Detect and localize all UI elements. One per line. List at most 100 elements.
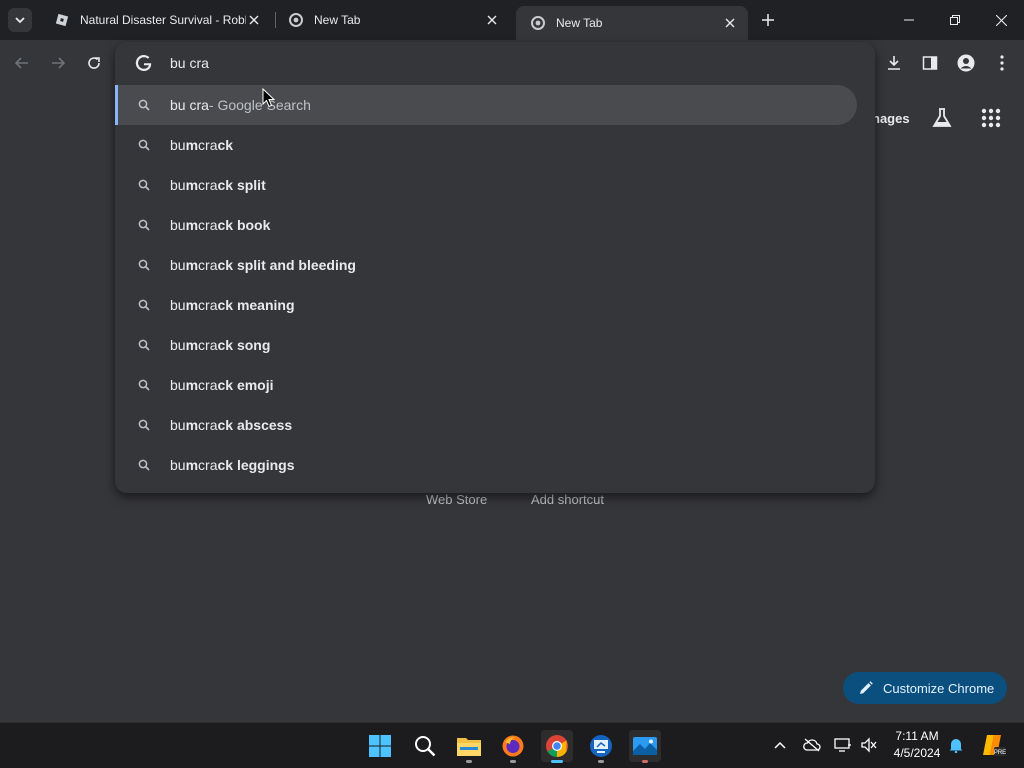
suggestion-item[interactable]: bu m cra ck split and bleeding <box>115 245 875 285</box>
taskbar-clock[interactable]: 7:11 AM 4/5/2024 <box>888 728 946 762</box>
new-tab-button[interactable] <box>758 10 778 30</box>
chevron-up-icon <box>774 741 786 749</box>
customize-chrome-button[interactable]: Customize Chrome <box>843 672 1007 704</box>
profile-button[interactable] <box>954 51 978 75</box>
show-hidden-icons-button[interactable] <box>770 735 790 755</box>
address-bar-text[interactable]: bu cra <box>170 55 209 71</box>
suggestion-text-completion: m <box>185 137 199 153</box>
search-icon <box>136 337 152 353</box>
suggestion-item[interactable]: bu m cra ck meaning <box>115 285 875 325</box>
suggestion-text-completion: ck meaning <box>217 297 295 313</box>
suggestion-text-typed: bu <box>170 377 186 393</box>
shortcut-web-store[interactable]: Web Store <box>426 492 487 507</box>
reload-button[interactable] <box>82 51 106 75</box>
search-icon <box>136 457 152 473</box>
tab-new-tab-1[interactable]: New Tab <box>274 0 510 40</box>
downloads-button[interactable] <box>882 51 906 75</box>
taskbar-search-button[interactable] <box>409 730 441 762</box>
close-tab-icon[interactable] <box>484 12 500 28</box>
restore-icon <box>950 15 960 25</box>
side-panel-button[interactable] <box>918 51 942 75</box>
running-indicator <box>510 760 516 763</box>
chrome-icon <box>530 15 546 31</box>
back-arrow-icon <box>14 57 28 69</box>
suggestion-query: bu cra <box>170 97 209 113</box>
taskbar-remote-desktop[interactable] <box>585 730 617 763</box>
notifications-button[interactable] <box>946 735 966 755</box>
suggestion-text-typed: cra <box>198 377 218 393</box>
tab-roblox[interactable]: Natural Disaster Survival - Robl <box>40 0 272 40</box>
apps-grid-icon[interactable] <box>979 106 1003 130</box>
suggestion-google-search[interactable]: bu cra - Google Search <box>115 85 857 125</box>
search-icon <box>415 736 436 757</box>
tray-network[interactable] <box>833 735 853 755</box>
suggestion-text-completion: ck book <box>217 217 271 233</box>
suggestion-text-completion: m <box>185 417 199 433</box>
restore-button[interactable] <box>932 0 978 40</box>
tray-volume[interactable] <box>859 735 879 755</box>
back-button[interactable] <box>10 51 34 75</box>
forward-button[interactable] <box>46 51 70 75</box>
volume-muted-icon <box>861 737 877 753</box>
suggestion-text-completion: m <box>185 337 199 353</box>
suggestion-text-typed: cra <box>198 297 218 313</box>
suggestion-text-typed: cra <box>198 257 218 273</box>
taskbar-file-explorer[interactable] <box>453 730 485 763</box>
tab-title: Natural Disaster Survival - Robl <box>80 13 246 27</box>
tab-search-button[interactable] <box>8 8 32 32</box>
suggestion-item[interactable]: bu m cra ck book <box>115 205 875 245</box>
running-indicator <box>642 760 648 763</box>
labs-flask-icon[interactable] <box>930 106 954 130</box>
shortcut-add-shortcut[interactable]: Add shortcut <box>531 492 604 507</box>
suggestion-item[interactable]: bu m cra ck song <box>115 325 875 365</box>
taskbar-chrome[interactable] <box>541 730 573 763</box>
suggestion-item[interactable]: bu m cra ck abscess <box>115 405 875 445</box>
search-icon <box>136 137 152 153</box>
pencil-icon <box>860 681 873 694</box>
menu-button[interactable] <box>990 51 1014 75</box>
close-tab-icon[interactable] <box>246 12 262 28</box>
running-indicator <box>466 760 472 763</box>
suggestion-item[interactable]: bu m cra ck split <box>115 165 875 205</box>
tray-onedrive[interactable] <box>802 735 822 755</box>
close-tab-icon[interactable] <box>722 15 738 31</box>
suggestion-text-completion: m <box>185 457 199 473</box>
start-button[interactable] <box>364 730 396 762</box>
search-icon <box>136 417 152 433</box>
suggestion-text-typed: cra <box>198 177 218 193</box>
tab-title: New Tab <box>314 13 361 27</box>
active-indicator <box>551 760 563 763</box>
side-panel-icon <box>922 56 938 70</box>
suggestion-item[interactable]: bu m cra ck <box>115 125 875 165</box>
suggestion-text-typed: cra <box>198 337 218 353</box>
roblox-icon <box>54 12 70 28</box>
tab-new-tab-active[interactable]: New Tab <box>516 6 748 40</box>
suggestion-text-completion: ck split and bleeding <box>217 257 356 273</box>
search-icon <box>136 257 152 273</box>
suggestion-text-completion: ck <box>217 137 234 153</box>
clock-time: 7:11 AM <box>895 729 939 743</box>
suggestion-text-typed: bu <box>170 217 186 233</box>
suggestion-text-completion: m <box>185 257 199 273</box>
suggestion-text-typed: cra <box>198 457 218 473</box>
copilot-button[interactable]: PRE <box>980 732 1006 758</box>
address-bar[interactable]: bu cra <box>115 42 875 84</box>
profile-icon <box>957 54 975 72</box>
minimize-button[interactable] <box>886 0 932 40</box>
suggestion-text-typed: bu <box>170 337 186 353</box>
taskbar-firefox[interactable] <box>497 730 529 763</box>
cloud-offline-icon <box>803 738 821 752</box>
remote-desktop-icon <box>590 735 612 757</box>
windows-taskbar: 7:11 AM 4/5/2024 PRE <box>0 722 1024 768</box>
suggestion-item[interactable]: bu m cra ck emoji <box>115 365 875 405</box>
suggestion-item[interactable]: bu m cra ck leggings <box>115 445 875 485</box>
suggestion-text-completion: ck song <box>217 337 271 353</box>
download-icon <box>888 56 900 70</box>
search-icon <box>136 297 152 313</box>
images-link[interactable]: nages <box>872 111 910 126</box>
taskbar-photos[interactable] <box>629 730 661 763</box>
suggestion-text-typed: cra <box>198 137 218 153</box>
close-icon <box>995 14 1007 26</box>
close-window-button[interactable] <box>978 0 1024 40</box>
suggestion-text-typed: bu <box>170 177 186 193</box>
